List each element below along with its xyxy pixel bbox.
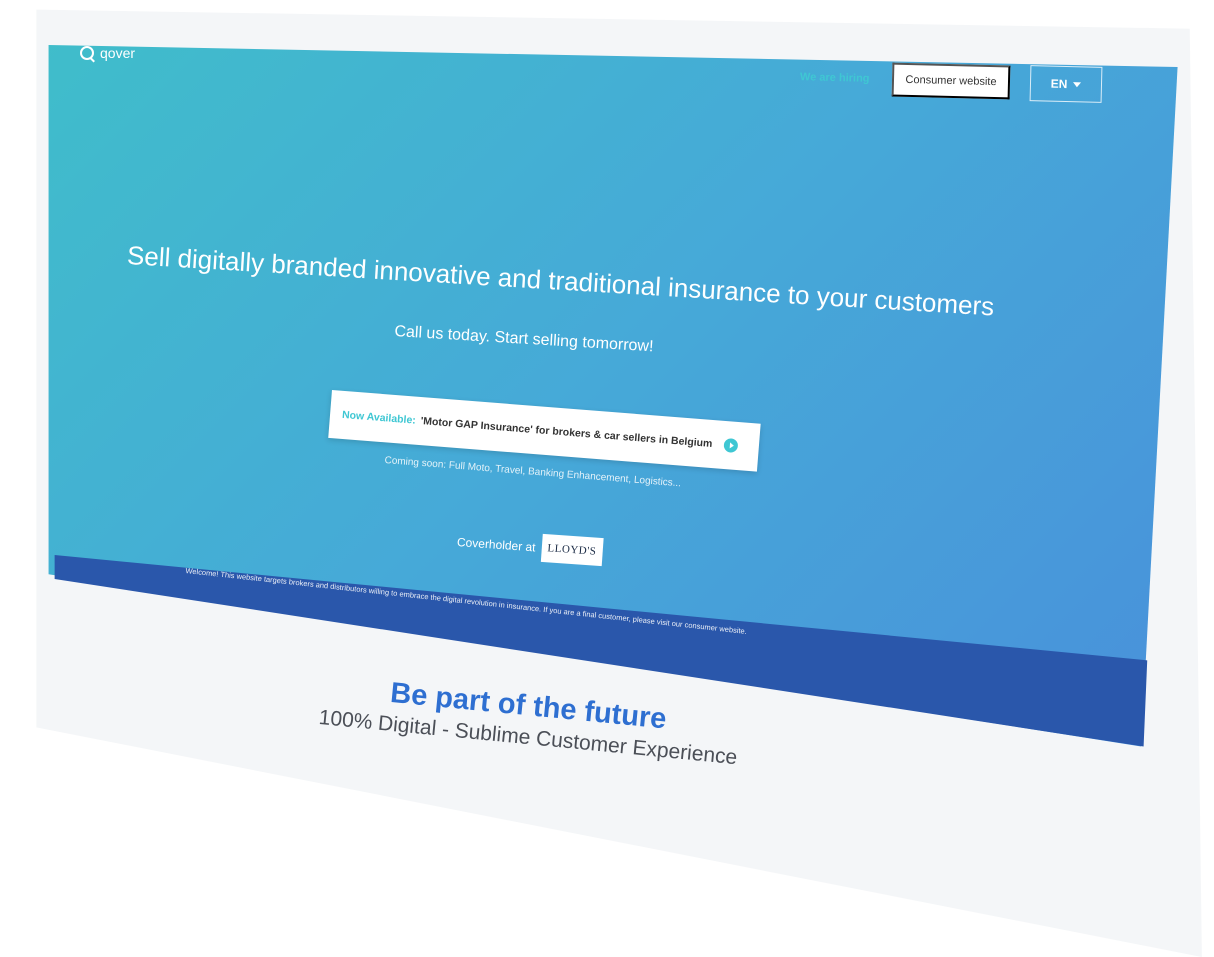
qover-logo[interactable]: qover xyxy=(80,45,135,61)
we-are-hiring-link[interactable]: We are hiring xyxy=(800,71,870,85)
brand-name: qover xyxy=(100,45,136,61)
arrow-right-icon[interactable] xyxy=(723,437,739,454)
lloyds-logo: LLOYD'S xyxy=(540,533,604,567)
screenshot-stage: qover We are hiring Consumer website EN … xyxy=(0,0,1214,957)
language-label: EN xyxy=(1050,76,1068,92)
chevron-down-icon xyxy=(1073,81,1082,87)
coverholder-label: Coverholder at xyxy=(456,534,537,555)
banner-text: 'Motor GAP Insurance' for brokers & car … xyxy=(420,415,713,450)
consumer-website-button[interactable]: Consumer website xyxy=(891,62,1011,100)
banner-highlight: Now Available: xyxy=(341,408,417,427)
q-ring-icon xyxy=(80,46,94,60)
language-selector[interactable]: EN xyxy=(1029,65,1103,103)
